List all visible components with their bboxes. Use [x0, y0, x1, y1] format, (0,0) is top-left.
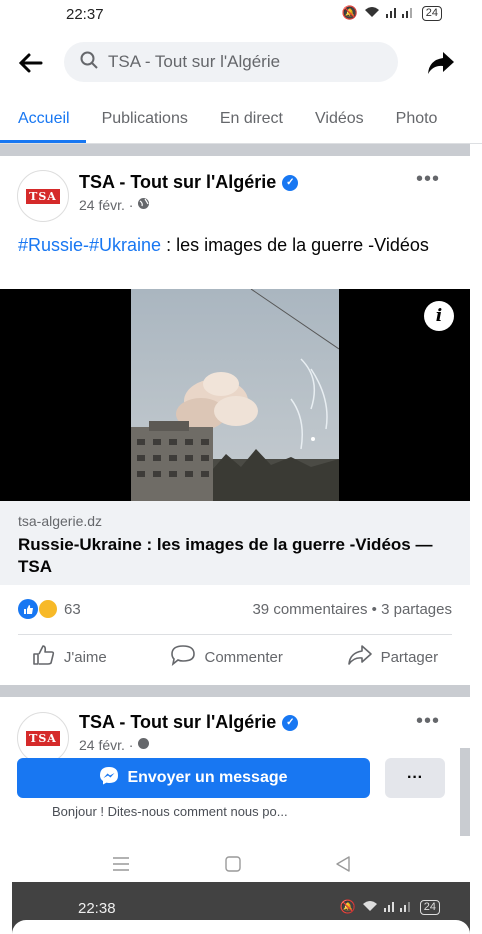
scrollbar[interactable]	[460, 748, 470, 836]
more-options-icon[interactable]: •••	[416, 710, 440, 733]
logo-text: TSA	[26, 730, 60, 746]
status-icons: 🔕 24	[340, 899, 440, 915]
bottom-sheet	[12, 920, 470, 934]
page-name-text: TSA - Tout sur l'Algérie	[79, 712, 277, 732]
page-avatar[interactable]: TSA	[17, 712, 69, 764]
wifi-icon	[362, 900, 378, 915]
more-actions-button[interactable]: ···	[385, 758, 445, 798]
send-message-label: Envoyer un message	[127, 769, 288, 786]
post-meta: 24 févr. ·	[79, 738, 150, 752]
home-icon[interactable]	[224, 856, 242, 877]
verified-icon: ✓	[282, 714, 299, 731]
send-message-button[interactable]: Envoyer un message	[17, 758, 370, 798]
menu-icon[interactable]	[112, 856, 130, 877]
page-name[interactable]: TSA - Tout sur l'Algérie ✓	[79, 712, 299, 733]
post-card: TSA TSA - Tout sur l'Algérie ✓ 24 févr. …	[0, 0, 470, 764]
messenger-icon	[99, 766, 119, 791]
status-time: 22:38	[78, 900, 116, 917]
back-nav-icon[interactable]	[334, 856, 352, 877]
globe-icon	[137, 738, 150, 752]
message-prompt[interactable]: Bonjour ! Dites-nous comment nous po...	[52, 804, 288, 819]
signal-icon	[383, 900, 414, 915]
mute-icon: 🔕	[339, 899, 356, 914]
post-date: 24 févr. ·	[79, 738, 134, 752]
battery-icon: 24	[419, 899, 440, 915]
system-nav-bar	[0, 848, 482, 882]
